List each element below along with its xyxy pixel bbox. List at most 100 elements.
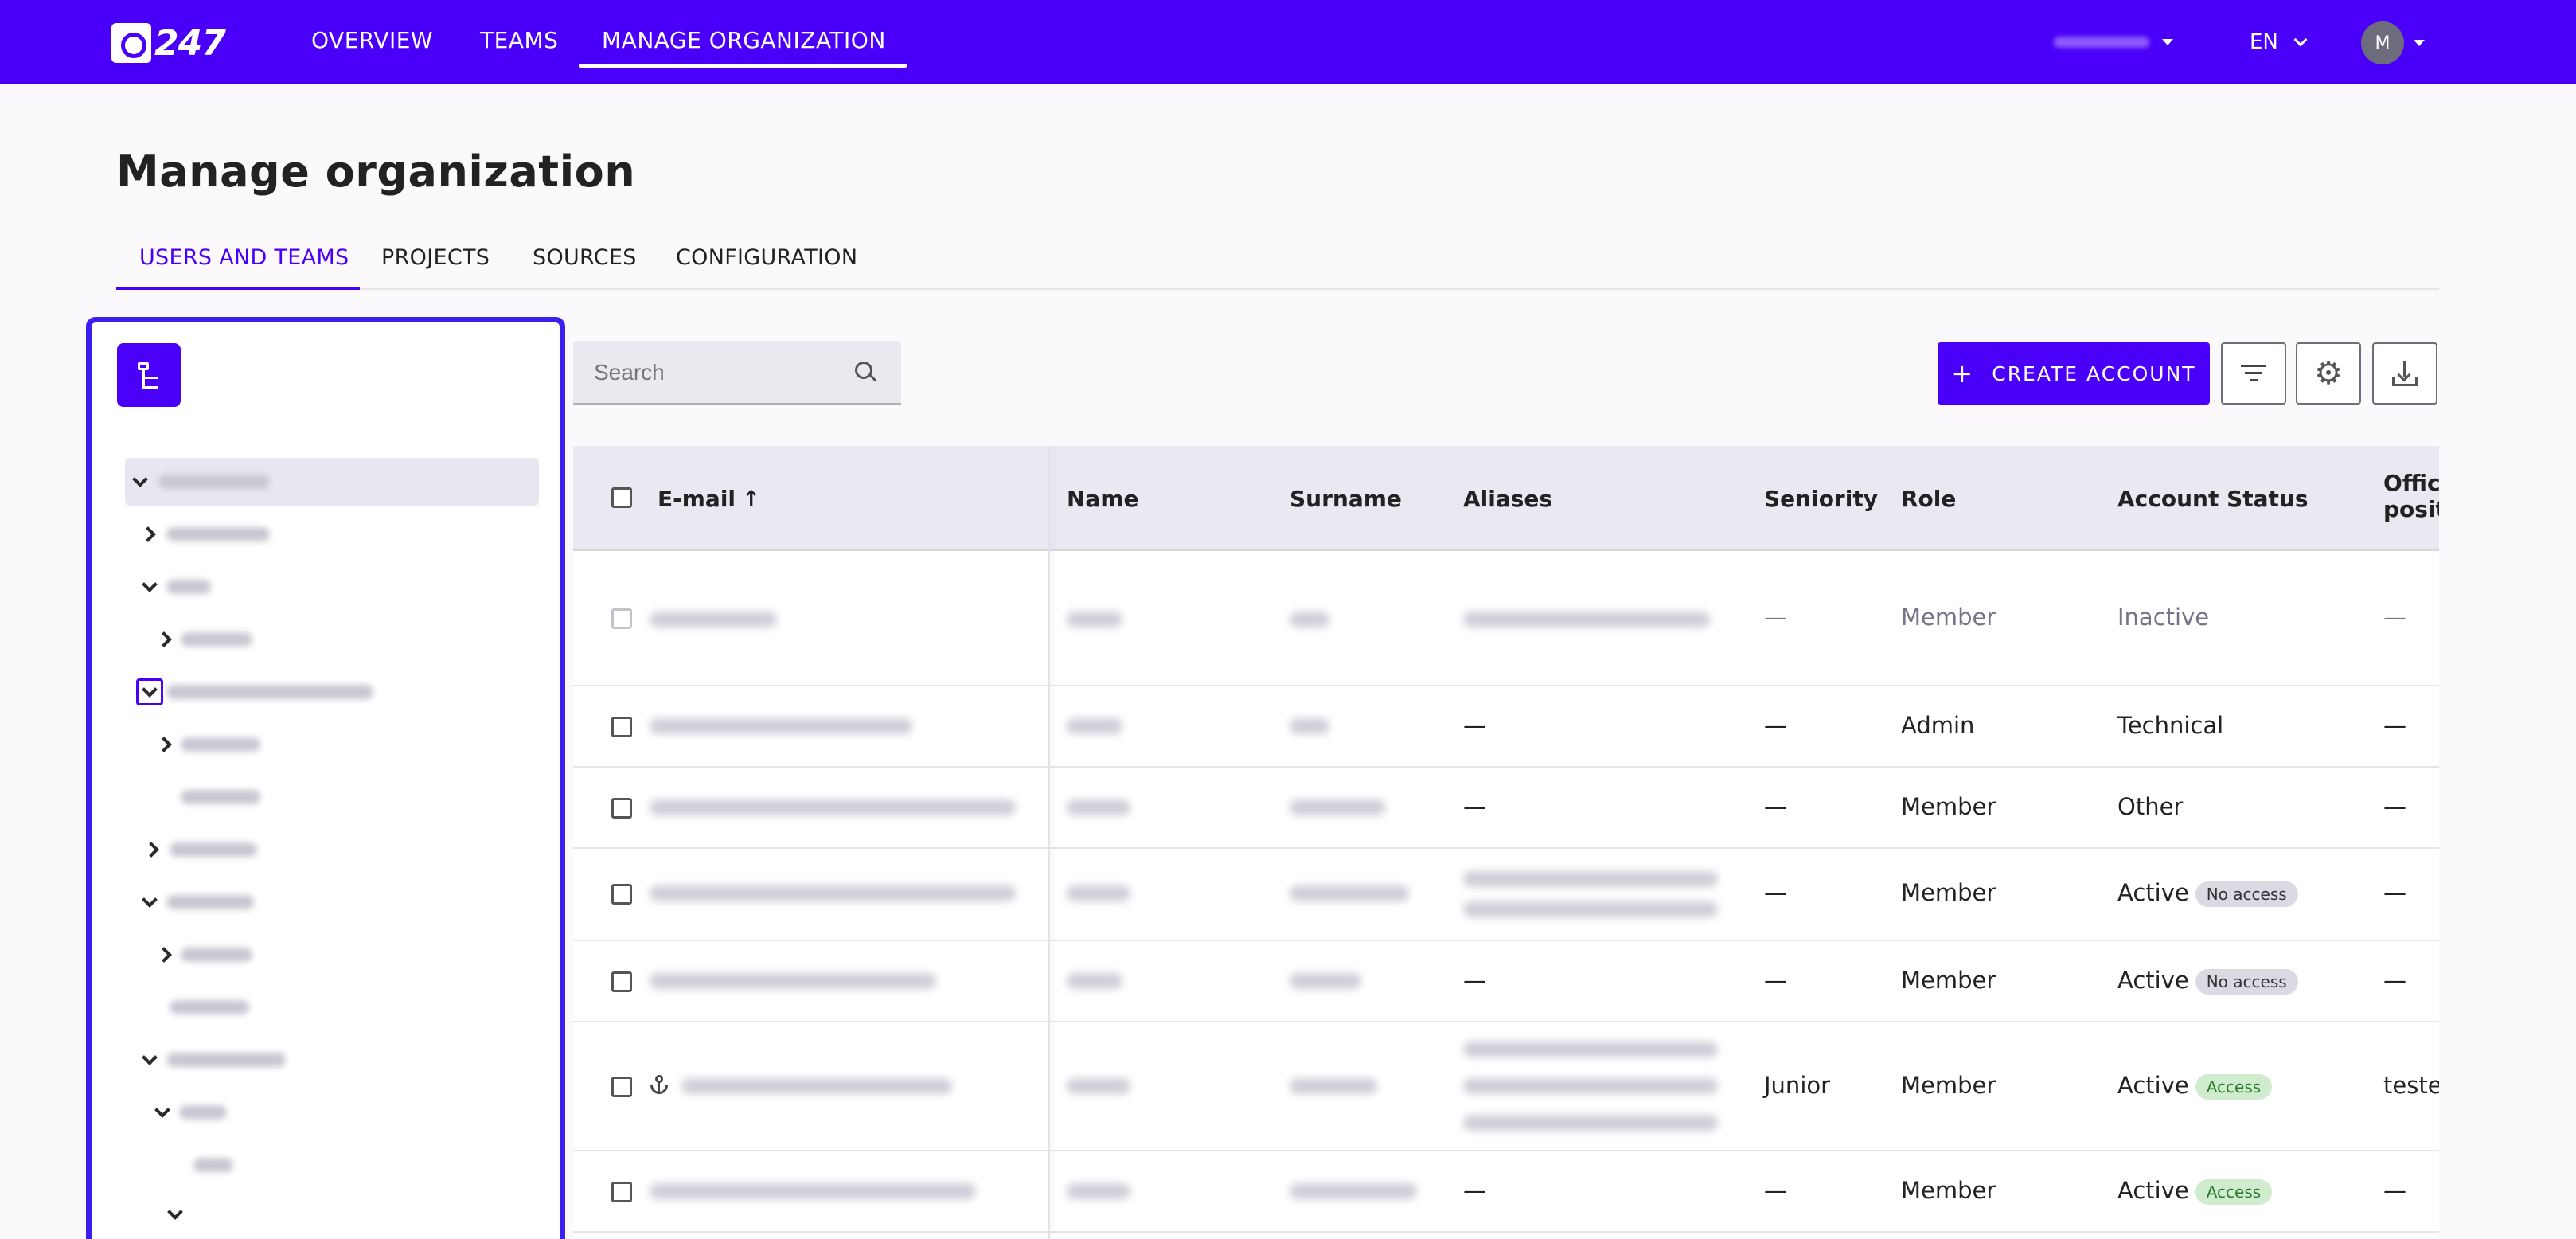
aliases-cell: — [1463, 793, 1486, 820]
chevron-down-icon[interactable] [136, 678, 163, 705]
column-header-surname[interactable]: Surname [1290, 486, 1402, 512]
tree-node[interactable] [125, 826, 257, 874]
avatar[interactable]: M [2361, 21, 2404, 64]
page-title: Manage organization [116, 147, 636, 197]
row-checkbox[interactable] [611, 1077, 632, 1097]
chevron-right-icon[interactable] [140, 526, 156, 542]
filter-button[interactable] [2221, 342, 2286, 405]
column-header-name[interactable]: Name [1067, 486, 1139, 512]
column-header-account-status[interactable]: Account Status [2117, 486, 2309, 512]
row-checkbox[interactable] [611, 717, 632, 737]
language-select[interactable]: EN [2250, 30, 2308, 54]
email-redacted [650, 718, 912, 734]
email-redacted [650, 973, 936, 989]
chevron-right-icon[interactable] [156, 947, 172, 963]
table-row[interactable]: — — Member Active Access — [573, 1151, 2439, 1233]
tree-node[interactable] [125, 983, 249, 1031]
table-row[interactable]: — Member Active No access — [573, 849, 2439, 941]
aliases-redacted [1463, 1078, 1718, 1094]
tree-node[interactable] [125, 1141, 233, 1189]
name-redacted [1067, 799, 1130, 815]
name-redacted [1067, 973, 1122, 989]
organization-name-redacted [2054, 37, 2149, 48]
chevron-right-icon[interactable] [156, 737, 172, 752]
email-redacted [650, 885, 1016, 901]
chevron-right-icon[interactable] [143, 842, 159, 858]
chevron-down-icon[interactable] [142, 892, 158, 908]
chevron-right-icon[interactable] [156, 631, 172, 647]
nav-active-indicator [579, 64, 907, 68]
tree-node[interactable] [125, 1190, 183, 1238]
language-label: EN [2250, 30, 2278, 54]
surname-redacted [1290, 799, 1385, 815]
tab-sources[interactable]: SOURCES [533, 245, 637, 270]
table-row[interactable]: Junior Member Active Access teste [573, 1022, 2439, 1151]
tree-node-label-redacted [166, 580, 211, 594]
tree-node[interactable] [125, 721, 260, 768]
chevron-down-icon[interactable] [167, 1204, 183, 1220]
email-redacted [650, 612, 777, 627]
account-status-cell: Active Access [2117, 1177, 2273, 1205]
tree-node[interactable] [125, 773, 260, 821]
tree-node[interactable] [125, 931, 252, 979]
tab-active-indicator [116, 287, 360, 290]
search-input[interactable] [594, 358, 833, 387]
tree-node[interactable] [125, 510, 270, 558]
tree-structure-button[interactable] [117, 343, 181, 407]
logo[interactable]: 247 [111, 22, 226, 64]
tab-projects[interactable]: PROJECTS [381, 245, 490, 270]
avatar-caret-icon[interactable] [2414, 40, 2425, 46]
caret-down-icon [2162, 39, 2173, 45]
seniority-cell: — [1764, 712, 1787, 739]
nav-teams[interactable]: TEAMS [480, 27, 558, 53]
account-status-cell: Active No access [2117, 879, 2298, 907]
nav-overview[interactable]: OVERVIEW [311, 27, 433, 53]
tree-node[interactable] [125, 878, 254, 926]
column-header-email[interactable]: E-mail ↑ [658, 486, 760, 512]
official-position-cell: — [2383, 793, 2406, 820]
tree-node[interactable] [125, 616, 252, 663]
official-position-cell: — [2383, 604, 2406, 631]
gear-icon: ⚙ [2314, 355, 2343, 392]
seniority-cell: — [1764, 793, 1787, 820]
table-row[interactable]: — Member Inactive — [573, 553, 2439, 686]
tree-node[interactable] [125, 668, 373, 716]
chevron-down-icon[interactable] [142, 1049, 158, 1065]
account-status-cell: Active No access [2117, 967, 2298, 995]
download-button[interactable] [2372, 342, 2437, 405]
row-checkbox[interactable] [611, 971, 632, 992]
access-badge: Access [2195, 1074, 2273, 1100]
table-row[interactable]: — — Member Active No access — [573, 941, 2439, 1022]
table-row[interactable]: — — Member Other — [573, 768, 2439, 849]
sort-up-arrow-icon: ↑ [742, 486, 761, 512]
select-all-checkbox[interactable] [611, 487, 632, 508]
account-status-cell: Other [2117, 793, 2184, 820]
tree-node[interactable] [125, 458, 539, 506]
tree-node[interactable] [125, 1036, 286, 1084]
create-account-button[interactable]: + CREATE ACCOUNT [1938, 342, 2210, 405]
tree-node[interactable] [125, 1089, 227, 1136]
nav-manage-organization[interactable]: MANAGE ORGANIZATION [602, 27, 886, 53]
column-header-seniority[interactable]: Seniority [1764, 486, 1878, 512]
column-header-aliases[interactable]: Aliases [1463, 486, 1552, 512]
tab-configuration[interactable]: CONFIGURATION [676, 245, 857, 270]
column-header-official-position[interactable]: Officipositi [2383, 470, 2439, 522]
seniority-cell: — [1764, 879, 1787, 906]
row-checkbox[interactable] [611, 1182, 632, 1202]
settings-button[interactable]: ⚙ [2296, 342, 2361, 405]
aliases-cell: — [1463, 1177, 1486, 1204]
row-checkbox[interactable] [611, 884, 632, 905]
table-row[interactable]: — — Admin Technical — [573, 686, 2439, 768]
search-field[interactable] [573, 341, 901, 405]
account-status-cell: Technical [2117, 712, 2224, 739]
chevron-down-icon[interactable] [132, 471, 148, 487]
tree-node[interactable] [125, 563, 211, 611]
row-checkbox[interactable] [611, 608, 632, 629]
search-icon[interactable] [855, 362, 876, 382]
organization-select[interactable] [2054, 29, 2181, 56]
row-checkbox[interactable] [611, 798, 632, 819]
column-header-role[interactable]: Role [1901, 486, 1956, 512]
tab-users-and-teams[interactable]: USERS AND TEAMS [139, 245, 349, 270]
chevron-down-icon[interactable] [154, 1102, 170, 1118]
chevron-down-icon[interactable] [142, 577, 158, 592]
